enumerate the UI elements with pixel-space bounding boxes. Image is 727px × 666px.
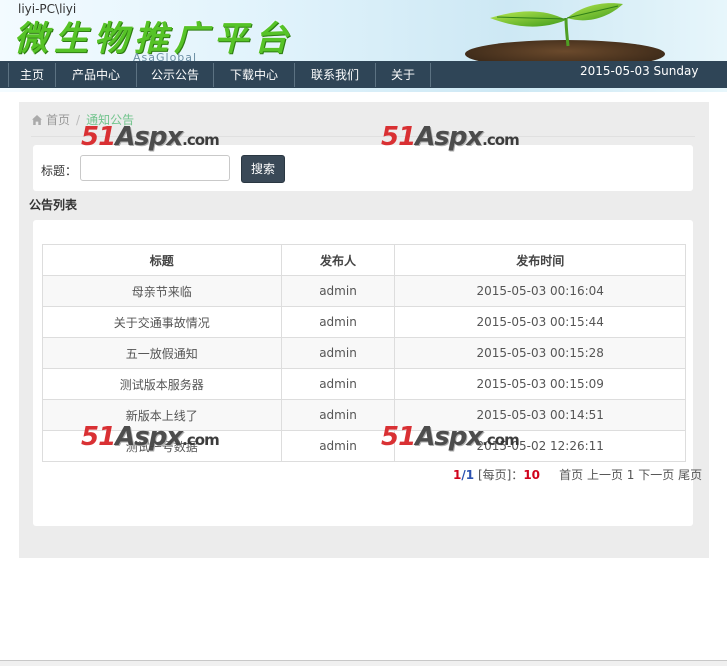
column-header-time: 发布时间	[394, 244, 686, 276]
cell-publisher: admin	[280, 337, 396, 369]
per-page-count: 10	[523, 468, 541, 482]
per-page-label: [每页]：	[477, 468, 524, 482]
watermark-logo: 51Aspx.com	[381, 422, 520, 452]
notice-list-panel: 标题 发布人 发布时间 母亲节来临 admin 2015-05-03 00:16…	[33, 220, 702, 526]
cell-time: 2015-05-03 00:15:28	[394, 337, 686, 369]
pagination: 1/1 [每页]：10 首页 上一页 1 下一页 尾页	[453, 467, 702, 483]
table-row[interactable]: 测试版本服务器 admin 2015-05-03 00:15:09	[42, 368, 686, 400]
table-row[interactable]: 关于交通事故情况 admin 2015-05-03 00:15:44	[42, 306, 686, 338]
total-pages: 1	[465, 468, 475, 482]
site-header: liyi-PC\liyi 微生物推广平台 AsaGlobal 主页 产品中心 公…	[0, 0, 727, 92]
table-row[interactable]: 母亲节来临 admin 2015-05-03 00:16:04	[42, 275, 686, 307]
cell-title[interactable]: 五一放假通知	[42, 337, 282, 369]
nav-item-products[interactable]: 产品中心	[56, 63, 137, 87]
search-label: 标题：	[41, 164, 78, 178]
nav-item-announcements[interactable]: 公示公告	[137, 63, 214, 87]
nav-item-about[interactable]: 关于	[376, 63, 431, 87]
cell-publisher: admin	[280, 430, 396, 462]
last-page-link[interactable]: 尾页	[678, 468, 702, 482]
cell-publisher: admin	[280, 306, 396, 338]
cell-title[interactable]: 测试版本服务器	[42, 368, 282, 400]
first-page-link[interactable]: 首页	[559, 468, 583, 482]
column-header-publisher: 发布人	[280, 244, 396, 276]
main-content: 首页 / 通知公告 标题： 搜索 公告列表 标题 发布人 发布时间 母亲节来临 …	[19, 102, 709, 558]
watermark-logo: 51Aspx.com	[81, 422, 220, 452]
main-nav: 主页 产品中心 公示公告 下载中心 联系我们 关于	[8, 63, 431, 87]
next-page-link[interactable]: 下一页	[638, 468, 674, 482]
table-row[interactable]: 五一放假通知 admin 2015-05-03 00:15:28	[42, 337, 686, 369]
cell-time: 2015-05-03 00:15:09	[394, 368, 686, 400]
nav-item-home[interactable]: 主页	[9, 63, 56, 87]
breadcrumb-home[interactable]: 首页	[46, 112, 70, 128]
title-search-input[interactable]	[80, 155, 230, 181]
nav-item-downloads[interactable]: 下载中心	[214, 63, 295, 87]
app-window: liyi-PC\liyi 微生物推广平台 AsaGlobal 主页 产品中心 公…	[0, 0, 727, 666]
cell-publisher: admin	[280, 399, 396, 431]
page-number-link[interactable]: 1	[627, 468, 635, 482]
cell-title[interactable]: 关于交通事故情况	[42, 306, 282, 338]
nav-item-contact[interactable]: 联系我们	[295, 63, 376, 87]
pagination-row: 1/1 [每页]：10 首页 上一页 1 下一页 尾页	[453, 467, 702, 483]
cell-time: 2015-05-03 00:15:44	[394, 306, 686, 338]
list-title: 公告列表	[29, 198, 78, 212]
prev-page-link[interactable]: 上一页	[587, 468, 623, 482]
column-header-title: 标题	[42, 244, 282, 276]
sprout-icon	[465, 3, 665, 62]
breadcrumb-separator: /	[76, 113, 81, 127]
search-button[interactable]: 搜索	[241, 155, 285, 183]
cell-time: 2015-05-03 00:16:04	[394, 275, 686, 307]
home-icon	[32, 115, 42, 125]
current-date: 2015-05-03 Sunday	[580, 64, 699, 78]
cell-publisher: admin	[280, 368, 396, 400]
watermark-logo: 51Aspx.com	[81, 122, 220, 152]
bottom-border	[0, 660, 727, 666]
cell-publisher: admin	[280, 275, 396, 307]
cell-title[interactable]: 母亲节来临	[42, 275, 282, 307]
table-header-row: 标题 发布人 发布时间	[42, 244, 686, 276]
watermark-logo: 51Aspx.com	[381, 122, 520, 152]
